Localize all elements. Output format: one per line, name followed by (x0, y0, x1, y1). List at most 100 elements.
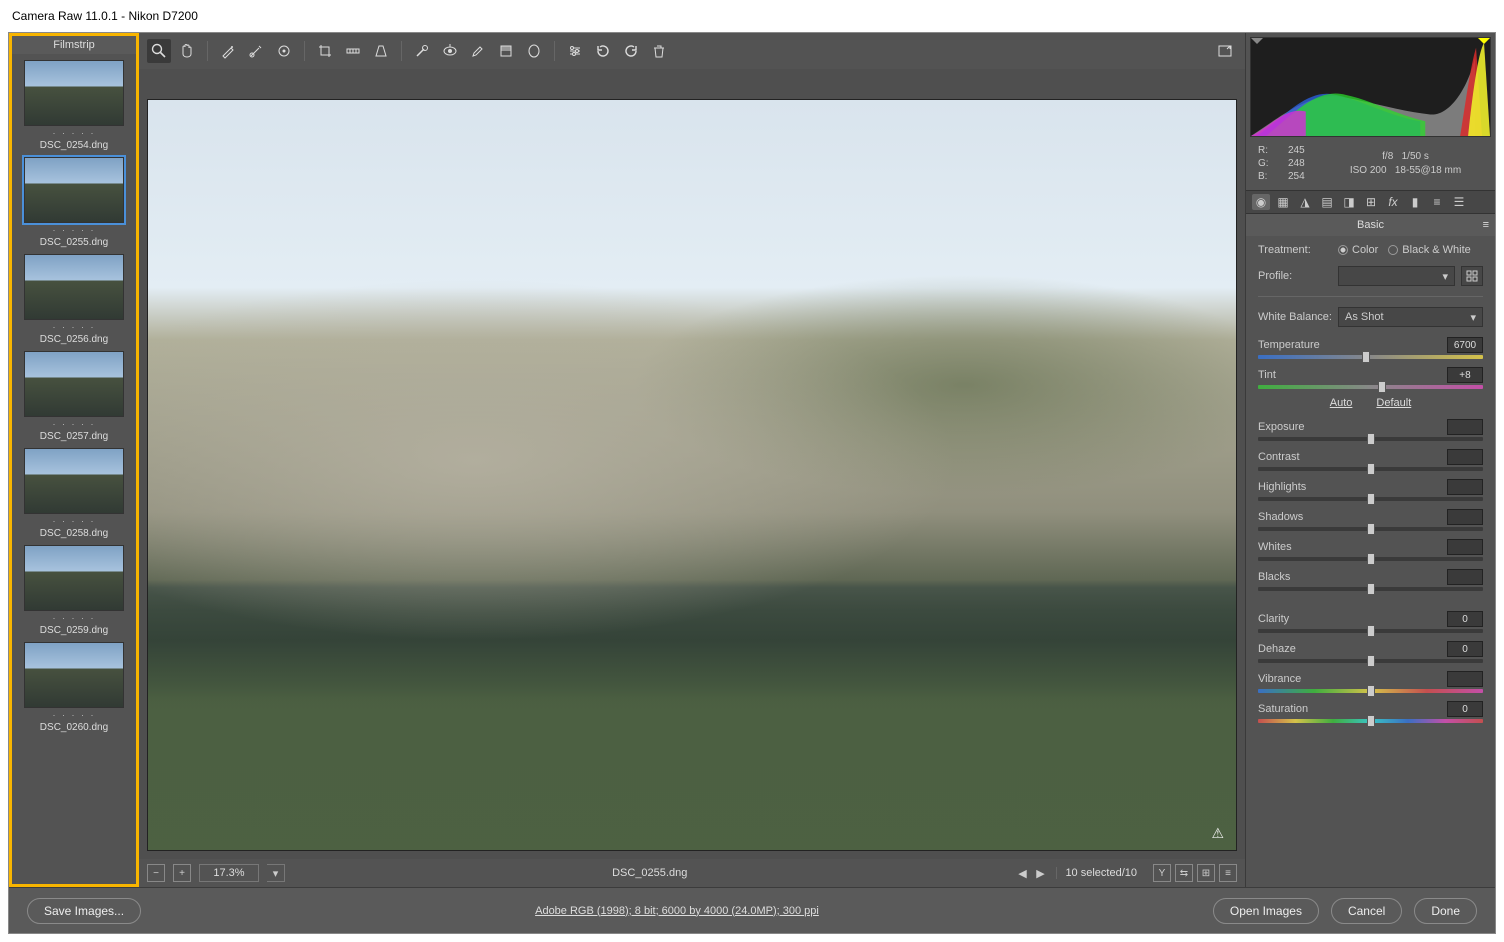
zoom-dropdown[interactable]: ▾ (267, 864, 285, 882)
hand-tool-icon[interactable] (175, 39, 199, 63)
slider-track[interactable] (1258, 497, 1483, 501)
zoom-out-button[interactable]: − (147, 864, 165, 882)
slider-track[interactable] (1258, 719, 1483, 723)
copy-settings-icon[interactable]: ⊞ (1197, 864, 1215, 882)
shadow-clipping-icon[interactable] (1251, 38, 1263, 50)
swap-before-after-icon[interactable]: ⇆ (1175, 864, 1193, 882)
profile-browser-button[interactable] (1461, 266, 1483, 286)
slider-value-input[interactable]: 0 (1447, 701, 1483, 717)
spot-removal-tool-icon[interactable] (410, 39, 434, 63)
before-after-toggle-icon[interactable]: Y (1153, 864, 1171, 882)
slider-track[interactable] (1258, 385, 1483, 389)
slider-value-input[interactable] (1447, 569, 1483, 585)
histogram[interactable] (1250, 37, 1491, 137)
slider-value-input[interactable] (1447, 479, 1483, 495)
straighten-tool-icon[interactable] (341, 39, 365, 63)
slider-thumb[interactable] (1367, 463, 1375, 475)
filmstrip-thumb[interactable]: · · · · ·DSC_0257.dng (20, 351, 128, 442)
slider-thumb[interactable] (1367, 553, 1375, 565)
image-preview[interactable]: ⚠ (147, 99, 1237, 851)
red-eye-tool-icon[interactable] (438, 39, 462, 63)
rotate-ccw-icon[interactable] (591, 39, 615, 63)
next-image-button[interactable]: ▶ (1032, 865, 1048, 881)
filmstrip-thumb[interactable]: · · · · ·DSC_0256.dng (20, 254, 128, 345)
treatment-color-radio[interactable]: Color (1338, 244, 1378, 256)
panel-menu-icon[interactable]: ≡ (1483, 219, 1489, 231)
graduated-filter-tool-icon[interactable] (494, 39, 518, 63)
slider-blacks: Blacks (1258, 569, 1483, 591)
slider-thumb[interactable] (1367, 625, 1375, 637)
filmstrip-thumb[interactable]: · · · · ·DSC_0254.dng (20, 60, 128, 151)
slider-thumb[interactable] (1367, 523, 1375, 535)
white-balance-dropdown[interactable]: As Shot▾ (1338, 307, 1483, 327)
tab-split-toning-icon[interactable]: ◨ (1340, 194, 1358, 210)
slider-value-input[interactable]: 0 (1447, 611, 1483, 627)
slider-track[interactable] (1258, 587, 1483, 591)
filmstrip-thumb[interactable]: · · · · ·DSC_0259.dng (20, 545, 128, 636)
zoom-in-button[interactable]: + (173, 864, 191, 882)
default-button[interactable]: Default (1376, 397, 1411, 409)
slider-track[interactable] (1258, 689, 1483, 693)
zoom-tool-icon[interactable] (147, 39, 171, 63)
slider-thumb[interactable] (1367, 433, 1375, 445)
slider-thumb[interactable] (1367, 685, 1375, 697)
slider-thumb[interactable] (1367, 715, 1375, 727)
filmstrip-thumb[interactable]: · · · · ·DSC_0255.dng (20, 157, 128, 248)
done-button[interactable]: Done (1414, 898, 1477, 924)
tab-detail-icon[interactable]: ◮ (1296, 194, 1314, 210)
slider-value-input[interactable] (1447, 509, 1483, 525)
radial-filter-tool-icon[interactable] (522, 39, 546, 63)
slider-track[interactable] (1258, 659, 1483, 663)
slider-value-input[interactable] (1447, 539, 1483, 555)
slider-track[interactable] (1258, 355, 1483, 359)
tab-effects-icon[interactable]: fx (1384, 194, 1402, 210)
slider-track[interactable] (1258, 467, 1483, 471)
rotate-cw-icon[interactable] (619, 39, 643, 63)
tab-calibration-icon[interactable]: ▮ (1406, 194, 1424, 210)
adjustment-brush-tool-icon[interactable] (466, 39, 490, 63)
slider-value-input[interactable]: +8 (1447, 367, 1483, 383)
slider-value-input[interactable] (1447, 449, 1483, 465)
tab-snapshots-icon[interactable]: ☰ (1450, 194, 1468, 210)
fullscreen-toggle-icon[interactable] (1213, 39, 1237, 63)
window-title: Camera Raw 11.0.1 - Nikon D7200 (12, 9, 198, 23)
tab-lens-corrections-icon[interactable]: ⊞ (1362, 194, 1380, 210)
cancel-button[interactable]: Cancel (1331, 898, 1402, 924)
slider-thumb[interactable] (1367, 655, 1375, 667)
tab-hsl-icon[interactable]: ▤ (1318, 194, 1336, 210)
treatment-bw-radio[interactable]: Black & White (1388, 244, 1470, 256)
filmstrip-thumb[interactable]: · · · · ·DSC_0258.dng (20, 448, 128, 539)
delete-icon[interactable] (647, 39, 671, 63)
prev-image-button[interactable]: ◀ (1014, 865, 1030, 881)
tab-basic-icon[interactable]: ◉ (1252, 194, 1270, 210)
slider-value-input[interactable]: 6700 (1447, 337, 1483, 353)
slider-track[interactable] (1258, 437, 1483, 441)
highlight-clipping-icon[interactable] (1478, 38, 1490, 50)
targeted-adjustment-tool-icon[interactable] (272, 39, 296, 63)
slider-value-input[interactable]: 0 (1447, 641, 1483, 657)
slider-value-input[interactable] (1447, 419, 1483, 435)
tab-presets-icon[interactable]: ≡ (1428, 194, 1446, 210)
clipping-warning-icon[interactable]: ⚠ (1211, 825, 1224, 842)
white-balance-tool-icon[interactable] (216, 39, 240, 63)
slider-thumb[interactable] (1362, 351, 1370, 363)
slider-track[interactable] (1258, 527, 1483, 531)
color-sampler-tool-icon[interactable] (244, 39, 268, 63)
save-images-button[interactable]: Save Images... (27, 898, 141, 924)
tab-tone-curve-icon[interactable]: ▦ (1274, 194, 1292, 210)
slider-thumb[interactable] (1367, 583, 1375, 595)
preferences-icon[interactable] (563, 39, 587, 63)
workflow-options-link[interactable]: Adobe RGB (1998); 8 bit; 6000 by 4000 (2… (535, 905, 819, 917)
auto-button[interactable]: Auto (1330, 397, 1353, 409)
open-images-button[interactable]: Open Images (1213, 898, 1319, 924)
slider-track[interactable] (1258, 629, 1483, 633)
profile-dropdown[interactable]: ▾ (1338, 266, 1455, 286)
slider-thumb[interactable] (1367, 493, 1375, 505)
crop-tool-icon[interactable] (313, 39, 337, 63)
transform-tool-icon[interactable] (369, 39, 393, 63)
slider-value-input[interactable] (1447, 671, 1483, 687)
slider-track[interactable] (1258, 557, 1483, 561)
slider-thumb[interactable] (1378, 381, 1386, 393)
filmstrip-thumb[interactable]: · · · · ·DSC_0260.dng (20, 642, 128, 733)
view-mode-icon[interactable]: ≡ (1219, 864, 1237, 882)
